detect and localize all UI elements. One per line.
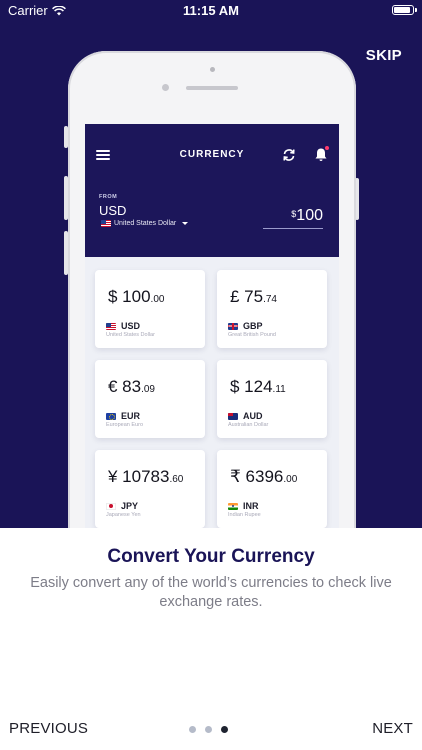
currency-code: JPY (106, 501, 138, 511)
refresh-icon[interactable] (282, 148, 296, 162)
phone-camera (162, 84, 169, 91)
page-dot[interactable] (205, 726, 212, 733)
in-flag-icon (228, 502, 238, 510)
phone-speaker (186, 86, 238, 90)
from-currency-code: USD (99, 203, 127, 218)
battery-level (394, 7, 410, 13)
us-flag-icon (106, 322, 116, 330)
status-bar: Carrier 11:15 AM (0, 0, 422, 22)
currency-card[interactable]: ₹ 6396.00 INR Indian Rupee (217, 450, 327, 528)
currency-name: United States Dollar (106, 332, 155, 338)
currency-code: GBP (228, 321, 263, 331)
currency-code: USD (106, 321, 140, 331)
currency-name: Japanese Yen (106, 512, 141, 518)
converted-amount: $ 124.11 (230, 377, 286, 396)
amount-value: 100 (296, 207, 323, 224)
from-currency-selector[interactable]: United States Dollar (101, 220, 189, 227)
currency-card[interactable]: ¥ 10783.60 JPY Japanese Yen (95, 450, 205, 528)
app-title: CURRENCY (179, 149, 245, 160)
battery-icon (392, 5, 417, 15)
onboarding-screen: Carrier 11:15 AM SKIP CURRENCY FROM USD … (0, 0, 422, 750)
converted-amount: ₹ 6396.00 (230, 467, 298, 486)
app-preview: CURRENCY FROM USD United States Dollar $… (85, 124, 339, 528)
onboarding-headline: Convert Your Currency (107, 546, 315, 567)
phone-mockup: CURRENCY FROM USD United States Dollar $… (68, 51, 356, 528)
au-flag-icon (228, 412, 238, 420)
phone-sensor (210, 67, 215, 72)
currency-name: European Euro (106, 422, 143, 428)
converted-amount: $ 100.00 (108, 287, 165, 306)
currency-code: EUR (106, 411, 140, 421)
from-currency-name: United States Dollar (114, 220, 177, 227)
gb-flag-icon (228, 322, 238, 330)
notification-bell-icon[interactable] (314, 146, 329, 162)
eu-flag-icon (106, 412, 116, 420)
amount-input[interactable]: $100 (263, 207, 323, 229)
status-time: 11:15 AM (183, 3, 239, 18)
currency-card[interactable]: £ 75.74 GBP Great British Pound (217, 270, 327, 348)
chevron-down-icon (182, 222, 189, 225)
page-dot[interactable] (189, 726, 196, 733)
us-flag-icon (101, 220, 111, 227)
hero-background: Carrier 11:15 AM SKIP CURRENCY FROM USD … (0, 0, 422, 528)
app-header: CURRENCY FROM USD United States Dollar $… (85, 124, 339, 257)
notification-badge (325, 146, 329, 150)
currency-card[interactable]: $ 100.00 USD United States Dollar (95, 270, 205, 348)
skip-button[interactable]: SKIP (366, 47, 402, 64)
page-dot-active[interactable] (221, 726, 228, 733)
currency-name: Great British Pound (228, 332, 276, 338)
onboarding-description: Easily convert any of the world’s curren… (30, 575, 392, 610)
page-indicator[interactable] (189, 726, 228, 733)
next-button[interactable]: NEXT (372, 720, 413, 737)
currency-name: Australian Dollar (228, 422, 269, 428)
converted-amount: £ 75.74 (230, 287, 277, 306)
amount-currency-symbol: $ (291, 209, 297, 219)
previous-button[interactable]: PREVIOUS (9, 720, 88, 737)
converted-amount: € 83.09 (108, 377, 155, 396)
converted-amount: ¥ 10783.60 (108, 467, 184, 486)
currency-card[interactable]: € 83.09 EUR European Euro (95, 360, 205, 438)
currency-code: AUD (228, 411, 263, 421)
jp-flag-icon (106, 502, 116, 510)
currency-code: INR (228, 501, 259, 511)
currency-card[interactable]: $ 124.11 AUD Australian Dollar (217, 360, 327, 438)
currency-name: Indian Rupee (228, 512, 261, 518)
from-label: FROM (99, 194, 118, 200)
